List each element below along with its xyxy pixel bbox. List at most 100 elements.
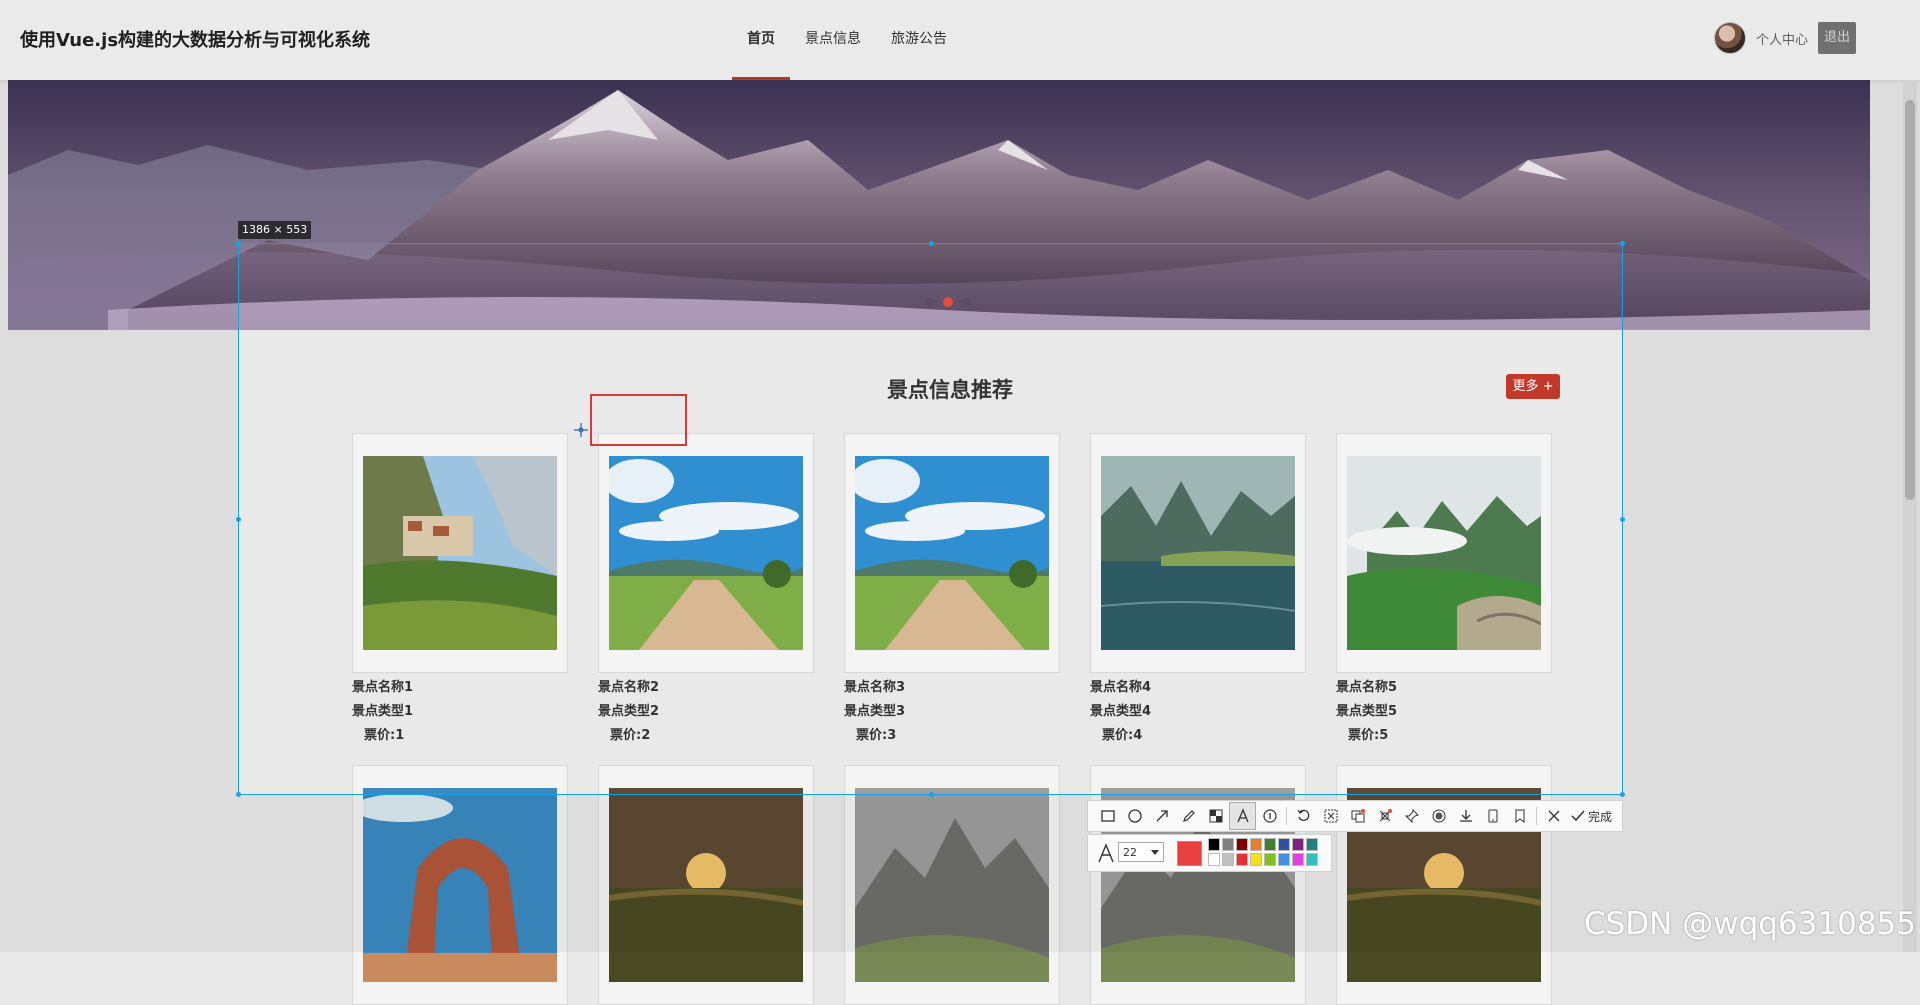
attraction-name[interactable]: 景点名称4 [1090, 679, 1310, 697]
attraction-image[interactable] [363, 788, 557, 982]
attraction-card[interactable]: 景点名称1 景点类型1 票价:1 [352, 433, 572, 745]
card-image-frame[interactable] [352, 765, 568, 1005]
ellipse-icon[interactable] [1121, 802, 1148, 830]
attraction-type: 景点类型3 [844, 704, 906, 719]
pin-icon[interactable] [1398, 802, 1425, 830]
attraction-card[interactable]: 景点名称2 景点类型2 票价:2 [598, 433, 818, 745]
card-image-frame[interactable] [844, 433, 1060, 673]
pencil-icon[interactable] [1175, 802, 1202, 830]
attraction-image[interactable] [609, 788, 803, 982]
screenshot-toolbar: 完成 [1087, 800, 1623, 832]
text-style-palette: 22 [1087, 834, 1332, 872]
arrow-icon[interactable] [1148, 802, 1175, 830]
attraction-name[interactable]: 景点名称1 [352, 679, 572, 697]
nav-item-attractions[interactable]: 景点信息 [790, 0, 876, 80]
done-button[interactable]: 完成 [1571, 808, 1612, 825]
serial-number-icon[interactable] [1256, 802, 1283, 830]
check-icon [1571, 810, 1585, 822]
record-icon[interactable] [1425, 802, 1452, 830]
attraction-price: 票价:5 [1348, 728, 1389, 743]
font-size-select[interactable]: 22 [1118, 842, 1164, 862]
phone-icon[interactable] [1479, 802, 1506, 830]
selection-size-label: 1386 × 553 [238, 221, 312, 239]
ocr-icon[interactable] [1317, 802, 1344, 830]
attraction-image[interactable] [609, 456, 803, 650]
attraction-card[interactable]: 景点名称4 景点类型4 票价:4 [1090, 433, 1310, 745]
color-swatch[interactable] [1208, 838, 1220, 851]
attraction-card[interactable] [598, 765, 818, 1005]
undo-icon[interactable] [1290, 802, 1317, 830]
site-title: 使用Vue.js构建的大数据分析与可视化系统 [20, 30, 371, 51]
user-center-link[interactable]: 个人中心 [1756, 29, 1808, 48]
carousel-dots [925, 297, 971, 307]
font-icon [1098, 843, 1114, 863]
carousel-dot[interactable] [925, 297, 935, 307]
card-image-frame[interactable] [1336, 433, 1552, 673]
avatar[interactable] [1714, 22, 1746, 54]
attraction-type: 景点类型5 [1336, 704, 1398, 719]
crosshair-cursor-icon [574, 423, 588, 437]
attraction-card[interactable] [352, 765, 572, 1005]
user-area: 个人中心 退出 [1714, 22, 1857, 54]
card-image-frame[interactable] [598, 765, 814, 1005]
color-swatch[interactable] [1250, 838, 1262, 851]
carousel-dot[interactable] [961, 297, 971, 307]
color-swatch[interactable] [1278, 838, 1290, 851]
hero-banner [8, 80, 1870, 330]
color-swatch[interactable] [1264, 853, 1276, 866]
attraction-price: 票价:4 [1102, 728, 1143, 743]
color-swatch[interactable] [1236, 838, 1248, 851]
attraction-card[interactable]: 景点名称5 景点类型5 票价:5 [1336, 433, 1556, 745]
bookmark-icon[interactable] [1506, 802, 1533, 830]
top-navbar: 使用Vue.js构建的大数据分析与可视化系统 首页 景点信息 旅游公告 个人中心… [0, 0, 1920, 81]
logout-button[interactable]: 退出 [1818, 22, 1857, 54]
color-swatch[interactable] [1278, 853, 1290, 866]
color-swatch[interactable] [1222, 838, 1234, 851]
attraction-image[interactable] [855, 456, 1049, 650]
attraction-image[interactable] [363, 456, 557, 650]
card-image-frame[interactable] [598, 433, 814, 673]
attraction-price: 票价:3 [856, 728, 897, 743]
translate-icon[interactable] [1344, 802, 1371, 830]
color-swatches [1208, 838, 1318, 866]
color-swatch[interactable] [1208, 853, 1220, 866]
color-swatch[interactable] [1292, 853, 1304, 866]
attraction-name[interactable]: 景点名称2 [598, 679, 818, 697]
annotation-rectangle[interactable] [590, 394, 687, 446]
chevron-down-icon [1151, 850, 1159, 855]
color-swatch[interactable] [1236, 853, 1248, 866]
attraction-image[interactable] [855, 788, 1049, 982]
cancel-icon[interactable] [1540, 802, 1567, 830]
attraction-card[interactable] [844, 765, 1064, 1005]
attraction-image[interactable] [1101, 456, 1295, 650]
carousel-dot-active[interactable] [943, 297, 953, 307]
attraction-image[interactable] [1347, 456, 1541, 650]
rectangle-icon[interactable] [1094, 802, 1121, 830]
attraction-name[interactable]: 景点名称5 [1336, 679, 1556, 697]
attraction-type: 景点类型2 [598, 704, 660, 719]
current-color-swatch[interactable] [1177, 841, 1202, 866]
scroll-capture-icon[interactable] [1371, 802, 1398, 830]
color-swatch[interactable] [1222, 853, 1234, 866]
attraction-name[interactable]: 景点名称3 [844, 679, 1064, 697]
nav-item-home[interactable]: 首页 [732, 0, 790, 80]
card-image-frame[interactable] [352, 433, 568, 673]
attraction-type: 景点类型1 [352, 704, 414, 719]
card-image-frame[interactable] [1090, 433, 1306, 673]
color-swatch[interactable] [1306, 853, 1318, 866]
more-button[interactable]: 更多 + [1506, 374, 1560, 399]
main-nav: 首页 景点信息 旅游公告 [732, 0, 962, 80]
toolbar-divider [1536, 807, 1537, 825]
color-swatch[interactable] [1264, 838, 1276, 851]
color-swatch[interactable] [1250, 853, 1262, 866]
download-icon[interactable] [1452, 802, 1479, 830]
mosaic-icon[interactable] [1202, 802, 1229, 830]
color-swatch[interactable] [1292, 838, 1304, 851]
attraction-card[interactable]: 景点名称3 景点类型3 票价:3 [844, 433, 1064, 745]
watermark: CSDN @wqq6310855 [1583, 906, 1916, 942]
text-icon[interactable] [1229, 802, 1256, 830]
section-title: 景点信息推荐 [887, 378, 1013, 402]
nav-item-announcements[interactable]: 旅游公告 [876, 0, 962, 80]
color-swatch[interactable] [1306, 838, 1318, 851]
card-image-frame[interactable] [844, 765, 1060, 1005]
